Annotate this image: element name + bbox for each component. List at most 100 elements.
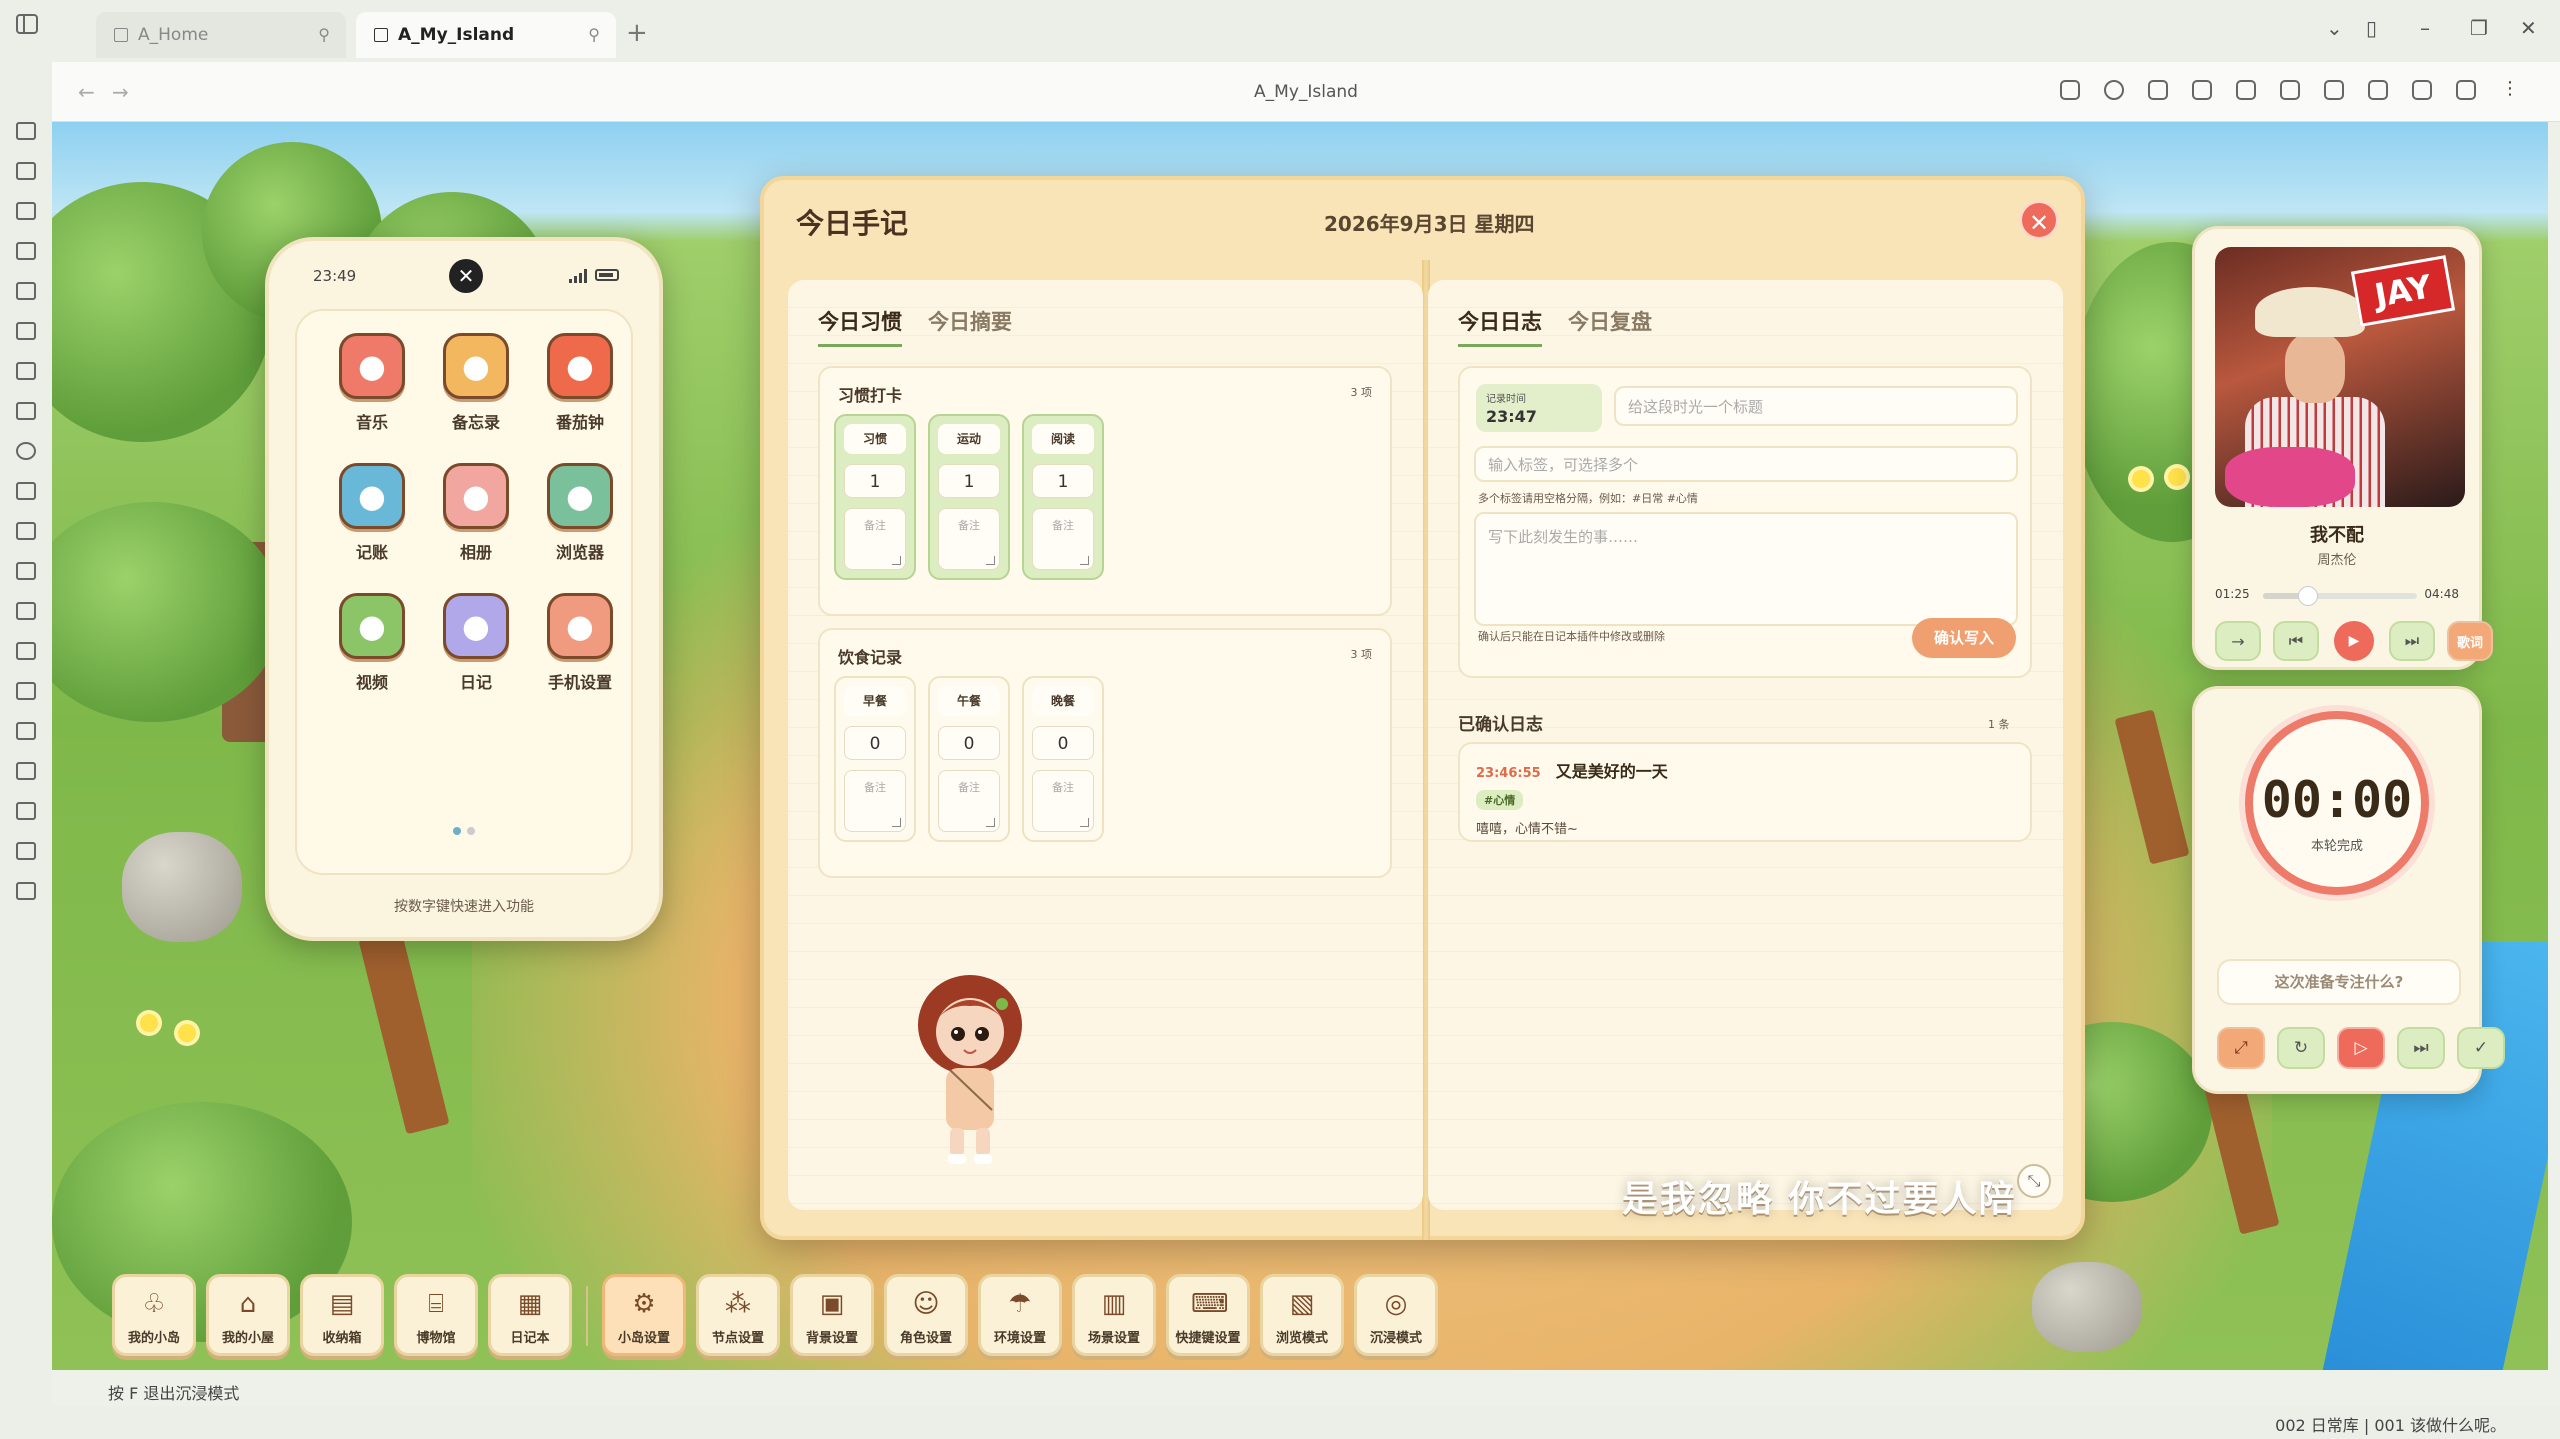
app-video[interactable]: ● 视频	[327, 593, 417, 693]
close-box-icon[interactable]	[2412, 80, 2432, 100]
log-tags-input[interactable]: 输入标签，可选择多个	[1474, 446, 2018, 482]
toolbar-button-house[interactable]: ⌂ 我的小屋	[206, 1274, 290, 1356]
apps-icon[interactable]	[16, 642, 36, 660]
skip-button[interactable]: ⏭	[2397, 1027, 2445, 1069]
smile-icon[interactable]	[16, 442, 36, 460]
toolbar-button-diary[interactable]: ▦ 日记本	[488, 1274, 572, 1356]
cell-value-input[interactable]: 0	[1032, 726, 1094, 760]
tab-a-home[interactable]: A_Home ⚲	[96, 12, 346, 58]
cell-value-input[interactable]: 0	[844, 726, 906, 760]
log-entry[interactable]: 23:46:55 又是美好的一天 #心情 嘻嘻，心情不错~	[1458, 742, 2032, 842]
prev-icon[interactable]	[2192, 80, 2212, 100]
bookmark-add-icon[interactable]	[2148, 80, 2168, 100]
app-tomato-clock[interactable]: ● 番茄钟	[535, 333, 625, 433]
app-photo[interactable]: ● 相册	[431, 463, 521, 563]
app-music[interactable]: ● 音乐	[327, 333, 417, 433]
map-icon[interactable]	[16, 122, 36, 140]
layout-icon[interactable]	[16, 882, 36, 900]
outline-icon[interactable]	[16, 162, 36, 180]
chevron-down-icon[interactable]: ⌄	[2326, 16, 2343, 40]
cell-value-input[interactable]: 1	[1032, 464, 1094, 498]
confirm-write-button[interactable]: 确认写入	[1912, 618, 2016, 658]
cell-note-textarea[interactable]: 备注	[938, 508, 1000, 570]
monitor-icon[interactable]	[2280, 80, 2300, 100]
log-body-textarea[interactable]: 写下此刻发生的事……	[1474, 512, 2018, 626]
progress-knob[interactable]	[2298, 586, 2319, 606]
complete-button[interactable]: ✓	[2457, 1027, 2505, 1069]
next-track-button[interactable]: ⏭	[2389, 621, 2435, 661]
sidebar-toggle-icon[interactable]	[16, 14, 38, 34]
log-title-input[interactable]: 给这段时光一个标题	[1614, 386, 2018, 426]
book-icon[interactable]	[16, 202, 36, 220]
toolbar-button-scene[interactable]: ▥ 场景设置	[1072, 1274, 1156, 1356]
app-settings[interactable]: ● 手机设置	[535, 593, 625, 693]
search-icon[interactable]	[2104, 80, 2124, 100]
tab-today-review[interactable]: 今日复盘	[1568, 306, 1652, 347]
cell-note-textarea[interactable]: 备注	[938, 770, 1000, 832]
restore-button[interactable]: ❐	[2470, 16, 2488, 40]
reset-button[interactable]: ↻	[2277, 1027, 2325, 1069]
focus-input[interactable]: 这次准备专注什么?	[2217, 959, 2461, 1005]
camera-icon[interactable]	[2368, 80, 2388, 100]
toolbar-button-storage-box[interactable]: ▤ 收纳箱	[300, 1274, 384, 1356]
cell-value-input[interactable]: 1	[938, 464, 1000, 498]
cell-value-input[interactable]: 1	[844, 464, 906, 498]
calendar-icon[interactable]	[16, 282, 36, 300]
lock-icon[interactable]	[2324, 80, 2344, 100]
diary-close-button[interactable]: ✕	[2019, 200, 2059, 240]
toolbar-button-focus[interactable]: ◎ 沉浸模式	[1354, 1274, 1438, 1356]
terminal-icon[interactable]	[16, 802, 36, 820]
code-icon[interactable]	[2060, 80, 2080, 100]
layout-icon[interactable]: ▯	[2366, 16, 2377, 40]
tab-today-summary[interactable]: 今日摘要	[928, 306, 1012, 347]
note-icon[interactable]	[16, 362, 36, 380]
bookmark-icon[interactable]	[2456, 80, 2476, 100]
app-diary[interactable]: ● 日记	[431, 593, 521, 693]
toolbar-button-weather[interactable]: ☂ 环境设置	[978, 1274, 1062, 1356]
phone-close-button[interactable]: ✕	[449, 259, 483, 293]
cell-value-input[interactable]: 0	[938, 726, 1000, 760]
cell-note-textarea[interactable]: 备注	[844, 770, 906, 832]
archive-icon[interactable]	[16, 242, 36, 260]
table-icon[interactable]	[16, 842, 36, 860]
progress-slider[interactable]	[2263, 586, 2417, 606]
toolbar-button-island[interactable]: ♧ 我的小岛	[112, 1274, 196, 1356]
app-calculator[interactable]: ● 记账	[327, 463, 417, 563]
grid-icon[interactable]	[16, 322, 36, 340]
previous-track-button[interactable]: ⏮	[2273, 621, 2319, 661]
cell-note-textarea[interactable]: 备注	[1032, 770, 1094, 832]
lyrics-button[interactable]: 歌词	[2447, 621, 2493, 661]
more-icon[interactable]: ⋮	[2500, 80, 2520, 100]
menu-icon[interactable]	[16, 762, 36, 780]
toolbar-button-map[interactable]: ▧ 浏览模式	[1260, 1274, 1344, 1356]
tab-a-my-island[interactable]: A_My_Island ⚲	[356, 12, 616, 58]
next-icon[interactable]	[2236, 80, 2256, 100]
cell-note-textarea[interactable]: 备注	[1032, 508, 1094, 570]
resize-icon[interactable]: ⤡	[2017, 1164, 2051, 1198]
minimize-button[interactable]: –	[2420, 16, 2430, 40]
toolbar-button-character[interactable]: ☺ 角色设置	[884, 1274, 968, 1356]
shuffle-arrow-button[interactable]: →	[2215, 621, 2261, 661]
new-tab-button[interactable]: +	[626, 18, 648, 48]
tab-today-habits[interactable]: 今日习惯	[818, 306, 902, 347]
toolbar-button-node[interactable]: ⁂ 节点设置	[696, 1274, 780, 1356]
trash-icon[interactable]	[16, 602, 36, 620]
pin-icon[interactable]: ⚲	[588, 25, 600, 44]
tab-today-log[interactable]: 今日日志	[1458, 306, 1542, 347]
toolbar-button-image[interactable]: ▣ 背景设置	[790, 1274, 874, 1356]
play-button[interactable]: ▶	[2331, 621, 2377, 661]
start-button[interactable]: ▷	[2337, 1027, 2385, 1069]
app-globe[interactable]: ● 浏览器	[535, 463, 625, 563]
tools-icon[interactable]	[16, 562, 36, 580]
pin-icon[interactable]: ⚲	[318, 25, 330, 44]
cell-note-textarea[interactable]: 备注	[844, 508, 906, 570]
expand-button[interactable]: ⤢	[2217, 1027, 2265, 1069]
toolbar-button-gear[interactable]: ⚙ 小岛设置	[602, 1274, 686, 1356]
toolbar-button-museum[interactable]: ⌸ 博物馆	[394, 1274, 478, 1356]
gallery-icon[interactable]	[16, 482, 36, 500]
bookmark-icon[interactable]	[16, 722, 36, 740]
trash-icon[interactable]	[16, 522, 36, 540]
home-icon[interactable]	[16, 682, 36, 700]
app-notes[interactable]: ● 备忘录	[431, 333, 521, 433]
list-icon[interactable]	[16, 402, 36, 420]
